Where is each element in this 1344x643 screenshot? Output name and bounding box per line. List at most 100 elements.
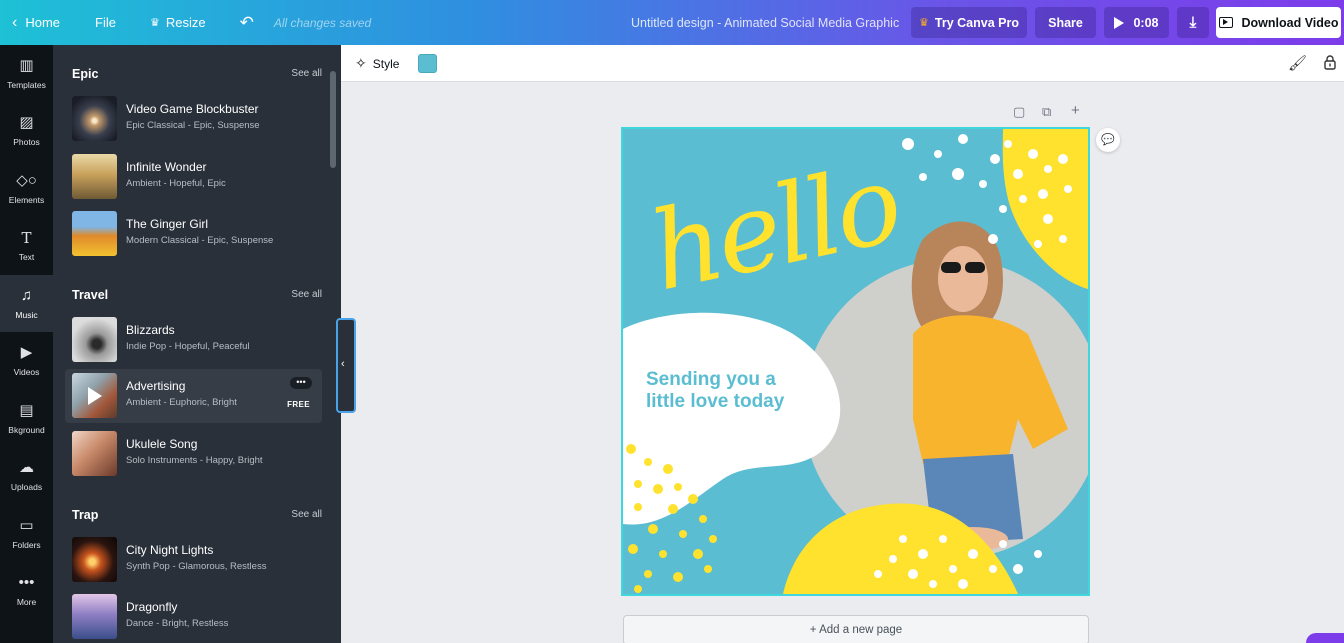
rail-item-photos[interactable]: ▨ Photos xyxy=(0,102,53,159)
track-name: City Night Lights xyxy=(126,543,214,557)
rail-item-folders[interactable]: ▭ Folders xyxy=(0,505,53,562)
chevron-left-icon: ‹ xyxy=(341,358,345,370)
music-panel: Epic See all Video Game Blockbuster Epic… xyxy=(53,45,341,643)
rail-label: Videos xyxy=(13,366,40,377)
track-thumbnail xyxy=(72,431,117,476)
track-name: Advertising xyxy=(126,379,186,393)
file-menu[interactable]: File xyxy=(85,0,126,45)
add-new-page-button[interactable]: + Add a new page xyxy=(623,615,1089,643)
rail-item-more[interactable]: ••• More xyxy=(0,562,53,619)
section-title: Trap xyxy=(72,508,99,522)
lock-icon[interactable] xyxy=(1324,55,1336,70)
track-item[interactable]: Advertising Ambient - Euphoric, Bright •… xyxy=(65,369,322,423)
videos-icon: ▶ xyxy=(20,343,33,361)
track-meta: Solo Instruments - Happy, Bright xyxy=(126,455,263,466)
folders-icon: ▭ xyxy=(19,516,34,534)
section-title: Epic xyxy=(72,67,99,81)
track-item[interactable]: Ukulele Song Solo Instruments - Happy, B… xyxy=(65,427,322,481)
duration-label: 0:08 xyxy=(1133,15,1159,30)
track-thumbnail xyxy=(72,154,117,199)
track-item[interactable]: Dragonfly Dance - Bright, Restless xyxy=(65,590,322,643)
rail-item-background[interactable]: ▤ Bkground xyxy=(0,390,53,447)
help-button[interactable] xyxy=(1306,633,1344,643)
rail-label: More xyxy=(16,596,37,607)
design-canvas[interactable]: hello Sending you a little love today xyxy=(621,127,1090,596)
track-name: Video Game Blockbuster xyxy=(126,102,259,116)
rail-item-music[interactable]: ♫ Music xyxy=(0,275,53,332)
templates-icon: ▥ xyxy=(19,56,34,74)
style-label: Style xyxy=(372,56,400,71)
rail-label: Text xyxy=(18,251,35,262)
collapse-panel-handle[interactable]: ‹ xyxy=(336,318,356,413)
track-item[interactable]: City Night Lights Synth Pop - Glamorous,… xyxy=(65,533,322,587)
background-icon: ▤ xyxy=(19,401,34,419)
uploads-icon: ☁ xyxy=(19,458,34,476)
try-canva-pro-button[interactable]: ♛ Try Canva Pro xyxy=(911,7,1027,38)
comment-icon[interactable]: 💬 xyxy=(1096,128,1120,152)
play-button[interactable]: 0:08 xyxy=(1104,7,1169,38)
track-meta: Modern Classical - Epic, Suspense xyxy=(126,235,274,246)
download-icon[interactable]: ⤓ xyxy=(1177,7,1209,38)
paint-roller-icon[interactable]: 🖌 xyxy=(1288,54,1307,72)
side-rail: ▥ Templates ▨ Photos ◇○ Elements T Text … xyxy=(0,45,53,643)
rail-label: Bkground xyxy=(8,424,45,435)
track-item[interactable]: The Ginger Girl Modern Classical - Epic,… xyxy=(65,207,322,261)
panel-scrollbar[interactable] xyxy=(330,71,336,168)
photos-icon: ▨ xyxy=(19,113,34,131)
duplicate-page-icon[interactable]: ⧉ xyxy=(1042,104,1051,122)
message-line: little love today xyxy=(646,391,785,412)
see-all-link[interactable]: See all xyxy=(291,509,322,520)
resize-button[interactable]: ♛ Resize xyxy=(140,0,216,45)
save-status: All changes saved xyxy=(273,15,372,30)
track-name: The Ginger Girl xyxy=(126,217,209,231)
more-options-icon[interactable]: ••• xyxy=(290,377,312,389)
rail-item-elements[interactable]: ◇○ Elements xyxy=(0,160,53,217)
rail-item-uploads[interactable]: ☁ Uploads xyxy=(0,447,53,504)
rail-label: Photos xyxy=(13,136,40,147)
track-item[interactable]: Blizzards Indie Pop - Hopeful, Peaceful xyxy=(65,313,322,367)
download-video-button[interactable]: Download Video xyxy=(1216,7,1341,38)
color-swatch[interactable] xyxy=(418,54,437,73)
rail-label: Uploads xyxy=(10,481,43,492)
play-icon[interactable] xyxy=(88,387,102,405)
track-item[interactable]: Video Game Blockbuster Epic Classical - … xyxy=(65,92,322,146)
track-item[interactable]: Infinite Wonder Ambient - Hopeful, Epic xyxy=(65,150,322,204)
crown-icon: ♛ xyxy=(149,17,160,29)
track-thumbnail xyxy=(72,96,117,141)
see-all-link[interactable]: See all xyxy=(291,289,322,300)
rail-item-templates[interactable]: ▥ Templates xyxy=(0,45,53,102)
video-icon xyxy=(1218,17,1233,28)
music-icon: ♫ xyxy=(20,286,33,304)
message-line: Sending you a xyxy=(646,369,776,390)
rail-label: Elements xyxy=(8,194,45,205)
resize-label: Resize xyxy=(165,15,206,30)
download-video-label: Download Video xyxy=(1241,15,1339,30)
undo-icon[interactable]: ↶ xyxy=(230,0,264,45)
track-thumbnail xyxy=(72,317,117,362)
rail-label: Folders xyxy=(12,539,41,550)
sparkle-icon: ✧ xyxy=(355,55,367,71)
design-title[interactable]: Untitled design - Animated Social Media … xyxy=(631,0,899,45)
add-page-icon[interactable]: + xyxy=(1071,102,1080,120)
top-bar: ‹ Home File ♛ Resize ↶ All changes saved… xyxy=(0,0,1344,45)
track-name: Dragonfly xyxy=(126,600,178,614)
track-name: Infinite Wonder xyxy=(126,160,207,174)
page-notes-icon[interactable]: ▢ xyxy=(1013,104,1025,122)
more-icon: ••• xyxy=(18,573,35,591)
track-meta: Ambient - Hopeful, Epic xyxy=(126,178,226,189)
rail-item-text[interactable]: T Text xyxy=(0,217,53,274)
message-text[interactable]: Sending you a little love today xyxy=(646,369,846,413)
elements-icon: ◇○ xyxy=(16,171,37,189)
rail-item-videos[interactable]: ▶ Videos xyxy=(0,332,53,389)
share-button[interactable]: Share xyxy=(1035,7,1096,38)
rail-label: Music xyxy=(15,309,38,320)
home-button[interactable]: ‹ Home xyxy=(0,0,80,45)
crown-icon: ♛ xyxy=(919,17,929,29)
style-button[interactable]: ✧ Style xyxy=(355,45,399,82)
track-thumbnail xyxy=(72,373,117,418)
track-thumbnail xyxy=(72,594,117,639)
track-thumbnail xyxy=(72,211,117,256)
track-meta: Ambient - Euphoric, Bright xyxy=(126,397,237,408)
free-badge: FREE xyxy=(287,400,310,409)
see-all-link[interactable]: See all xyxy=(291,68,322,79)
